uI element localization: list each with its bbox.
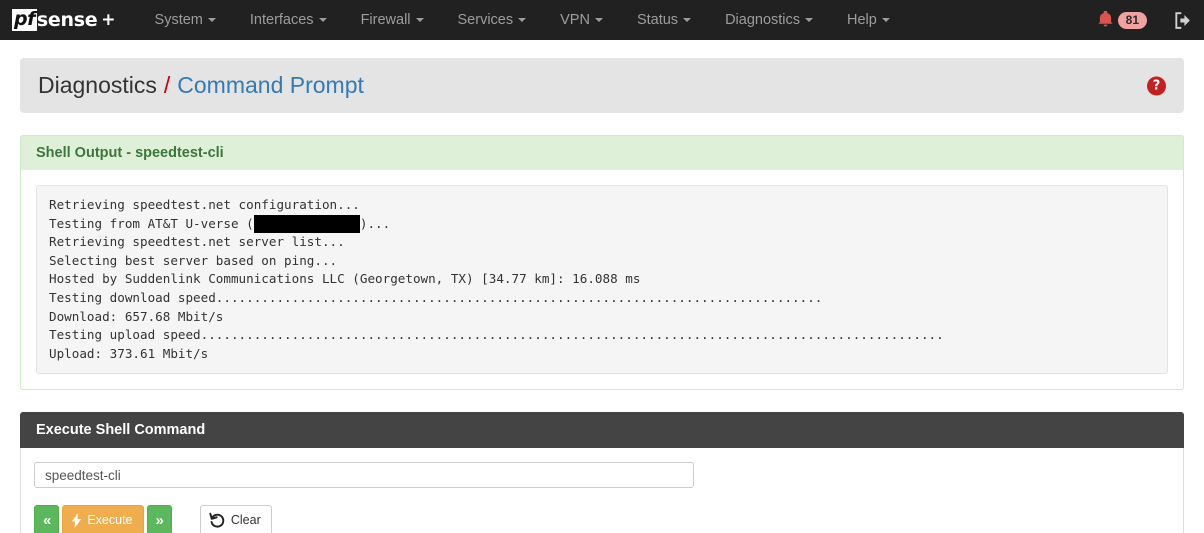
execute-shell-command-panel: Execute Shell Command « Execute »	[20, 412, 1184, 533]
clear-button[interactable]: Clear	[199, 505, 272, 533]
nav-item-help[interactable]: Help	[830, 0, 907, 40]
shell-line: Testing download speed..................…	[49, 289, 823, 305]
logo-pf-text: pf	[12, 8, 37, 31]
shell-line-prefix: Testing from AT&T U-verse (	[49, 215, 254, 231]
clear-button-label: Clear	[230, 513, 261, 528]
chevron-down-icon	[594, 18, 603, 23]
shell-line: Testing upload speed....................…	[49, 327, 944, 343]
breadcrumb: Diagnostics / Command Prompt ?	[20, 58, 1184, 113]
execute-button-row: « Execute » Clear	[34, 505, 1170, 533]
nav-label-services: Services	[457, 12, 514, 28]
chevron-down-icon	[518, 18, 527, 23]
command-input[interactable]	[34, 462, 694, 489]
nav-label-interfaces: Interfaces	[249, 12, 314, 28]
redacted-ip-address: xxxxxxxxxxxxxx	[253, 214, 360, 234]
shell-line: Testing from AT&T U-verse (xxxxxxxxxxxxx…	[49, 214, 391, 234]
shell-line: Retrieving speedtest.net configuration..…	[49, 197, 360, 212]
nav-item-vpn[interactable]: VPN	[543, 0, 620, 40]
navbar-right-controls: 81	[1098, 0, 1192, 40]
notifications-button[interactable]: 81	[1098, 10, 1147, 30]
shell-line: Retrieving speedtest.net server list...	[49, 234, 345, 250]
bell-icon	[1098, 10, 1113, 30]
chevron-down-icon	[318, 18, 327, 23]
navbar-menu: System Interfaces Firewall Services VPN …	[138, 0, 907, 40]
shell-output-panel-title: Shell Output - speedtest-cli	[20, 135, 1184, 170]
chevron-down-icon	[415, 18, 424, 23]
nav-label-status: Status	[636, 12, 679, 28]
previous-command-label: «	[43, 511, 51, 529]
nav-label-help: Help	[847, 12, 877, 28]
execute-button-label: Execute	[87, 513, 133, 528]
nav-label-firewall: Firewall	[360, 12, 411, 28]
undo-icon	[209, 512, 226, 529]
nav-label-vpn: VPN	[560, 12, 590, 28]
chevron-down-icon	[683, 18, 692, 23]
logo-sense-text: sense	[36, 8, 98, 31]
previous-command-button[interactable]: «	[34, 505, 60, 533]
shell-output-panel: Shell Output - speedtest-cli Retrieving …	[20, 135, 1184, 391]
shell-output-panel-body: Retrieving speedtest.net configuration..…	[20, 170, 1184, 391]
next-command-label: »	[155, 511, 164, 529]
shell-line: Upload: 373.61 Mbit/s	[49, 345, 209, 361]
shell-line: Hosted by Suddenlink Communications LLC …	[49, 271, 641, 287]
execute-panel-title: Execute Shell Command	[20, 412, 1184, 449]
shell-line: Download: 657.68 Mbit/s	[49, 308, 224, 324]
help-icon[interactable]: ?	[1147, 76, 1166, 95]
shell-output-text: Retrieving speedtest.net configuration..…	[36, 185, 1168, 375]
chevron-down-icon	[881, 18, 890, 23]
nav-item-services[interactable]: Services	[441, 0, 544, 40]
breadcrumb-current[interactable]: Command Prompt	[177, 72, 364, 99]
nav-item-firewall[interactable]: Firewall	[344, 0, 441, 40]
notification-count-badge: 81	[1117, 11, 1147, 29]
nav-item-status[interactable]: Status	[620, 0, 708, 40]
logo-plus-text: +	[101, 9, 116, 30]
chevron-down-icon	[805, 18, 814, 23]
shell-line: Selecting best server based on ping...	[49, 252, 338, 268]
bolt-icon	[71, 512, 82, 528]
execute-button[interactable]: Execute	[62, 505, 144, 533]
breadcrumb-separator: /	[163, 72, 171, 98]
nav-label-diagnostics: Diagnostics	[725, 12, 801, 28]
nav-item-interfaces[interactable]: Interfaces	[233, 0, 344, 40]
breadcrumb-parent: Diagnostics	[38, 72, 157, 98]
logout-button[interactable]	[1173, 11, 1192, 30]
nav-item-system[interactable]: System	[138, 0, 233, 40]
nav-item-diagnostics[interactable]: Diagnostics	[708, 0, 830, 40]
shell-line-suffix: )...	[359, 215, 391, 231]
nav-label-system: System	[154, 12, 203, 28]
execute-panel-body: « Execute »	[20, 448, 1184, 533]
chevron-down-icon	[207, 18, 216, 23]
next-command-button[interactable]: »	[146, 505, 172, 533]
top-navbar: pf sense + System Interfaces Firewall Se…	[0, 0, 1204, 40]
page-container: Diagnostics / Command Prompt ? Shell Out…	[0, 58, 1204, 533]
pfsense-logo[interactable]: pf sense +	[12, 0, 116, 40]
